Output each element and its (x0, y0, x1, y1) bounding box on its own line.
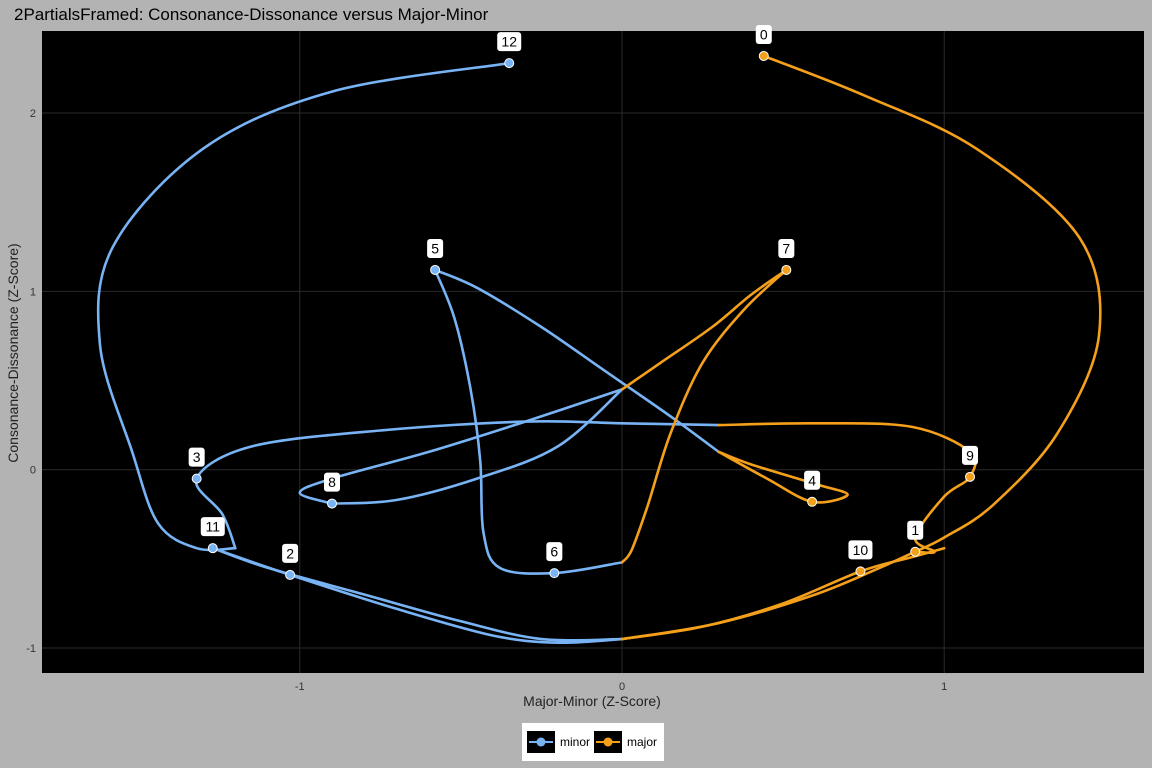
point-major-10 (855, 566, 866, 577)
y-tick-label: 2 (30, 108, 36, 120)
point-minor-12 (504, 58, 515, 69)
x-axis-label: Major-Minor (Z-Score) (523, 693, 661, 709)
point-label-11: 11 (206, 519, 221, 535)
point-minor-11 (207, 543, 218, 554)
chart-title: 2PartialsFramed: Consonance-Dissonance v… (14, 5, 489, 24)
point-label-6: 6 (550, 544, 558, 560)
point-label-2: 2 (286, 545, 294, 561)
point-major-7 (781, 264, 792, 275)
point-label-1: 1 (911, 522, 919, 538)
y-tick-label: 0 (30, 465, 36, 477)
point-minor-8 (327, 498, 337, 509)
point-label-0: 0 (760, 26, 768, 42)
legend: minor major (522, 723, 664, 761)
legend-label-major: major (627, 735, 657, 749)
point-label-12: 12 (501, 34, 517, 50)
chart-container: 2PartialsFramed: Consonance-Dissonance v… (0, 0, 1152, 768)
point-major-0 (758, 50, 769, 61)
point-minor-5 (430, 264, 441, 275)
x-tick-label: 0 (619, 681, 625, 693)
point-label-4: 4 (808, 472, 816, 488)
point-minor-6 (549, 568, 560, 579)
x-tick-label: 1 (941, 681, 947, 693)
y-axis-label: Consonance-Dissonance (Z-Score) (5, 243, 21, 462)
point-label-10: 10 (853, 542, 869, 558)
point-label-8: 8 (328, 474, 336, 490)
point-major-1 (910, 546, 921, 557)
plot-panel (42, 31, 1144, 673)
point-label-9: 9 (966, 447, 974, 463)
legend-label-minor: minor (560, 735, 590, 749)
y-tick-label: 1 (30, 286, 36, 298)
legend-dot-minor (536, 737, 546, 747)
chart-svg: 2PartialsFramed: Consonance-Dissonance v… (0, 0, 1152, 768)
point-minor-2 (285, 569, 296, 580)
point-label-3: 3 (193, 449, 201, 465)
point-label-5: 5 (431, 240, 439, 256)
y-tick-label: -1 (26, 643, 36, 655)
point-major-4 (807, 496, 818, 507)
x-tick-label: -1 (295, 681, 305, 693)
point-minor-3 (191, 473, 202, 484)
point-label-7: 7 (782, 240, 790, 256)
point-major-9 (965, 471, 975, 482)
legend-dot-major (603, 737, 613, 747)
